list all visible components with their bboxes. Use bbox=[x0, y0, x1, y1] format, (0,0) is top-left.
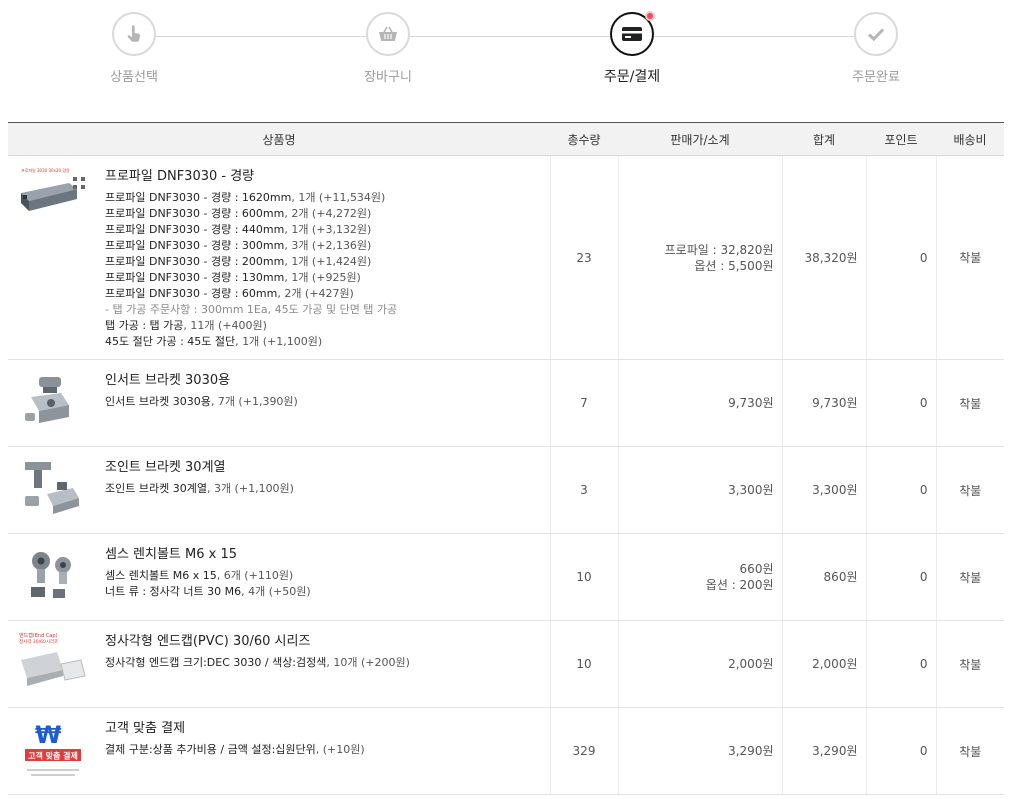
points-cell: 0 bbox=[865, 620, 936, 708]
points-cell: 0 bbox=[865, 533, 936, 621]
col-total: 합계 bbox=[782, 122, 866, 156]
order-note: - 탭 가공 주문사항 : 300mm 1Ea, 45도 가공 및 단면 탭 가… bbox=[105, 303, 398, 316]
shipping-cell: 착불 bbox=[935, 446, 1004, 534]
option-line: 프로파일 DNF3030 - 경량 : 130mm, 1개 (+925원) bbox=[105, 271, 361, 284]
won-sign-icon: ₩ bbox=[35, 721, 62, 749]
total-cell: 2,000원 bbox=[781, 620, 866, 708]
step-cart: 장바구니 bbox=[328, 12, 448, 85]
table-header-row: 상품명 총수량 판매가/소계 합계 포인트 배송비 bbox=[8, 122, 1004, 156]
profile-dnf3030-image[interactable]: 프로파일 3030 30x30 경량 bbox=[17, 165, 89, 229]
total-cell: 38,320원 bbox=[781, 155, 866, 360]
points-cell: 0 bbox=[865, 359, 936, 447]
table-row: ₩ 고객 맞춤 결제 고객 맞춤 결제 결제 구분:상품 추가비용 / 금액 설… bbox=[8, 707, 1004, 795]
table-row: 조인트 브라켓 30계열 조인트 브라켓 30계열, 3개 (+1,100원) … bbox=[8, 446, 1004, 534]
product-name[interactable]: 고객 맞춤 결제 bbox=[105, 717, 365, 736]
credit-card-icon bbox=[622, 27, 642, 41]
price-cell: 3,300원 bbox=[617, 446, 782, 534]
option-line: 프로파일 DNF3030 - 경량 : 60mm, 2개 (+427원) bbox=[105, 287, 354, 300]
product-name[interactable]: 인서트 브라켓 3030용 bbox=[105, 369, 298, 388]
product-name[interactable]: 프로파일 DNF3030 - 경량 bbox=[105, 165, 397, 184]
quantity-cell: 10 bbox=[549, 620, 618, 708]
table-row: 앤드캡(End Cap) 정사각 30/60시리즈 정사각형 엔드캡(PVC) … bbox=[8, 620, 1004, 708]
shipping-cell: 착불 bbox=[935, 707, 1004, 795]
quantity-cell: 3 bbox=[549, 446, 618, 534]
quantity-cell: 7 bbox=[549, 359, 618, 447]
step-label: 장바구니 bbox=[364, 70, 412, 85]
option-line: 프로파일 DNF3030 - 경량 : 1620mm, 1개 (+11,534원… bbox=[105, 191, 386, 204]
col-price-subtotal: 판매가/소계 bbox=[618, 122, 782, 156]
option-line: 셈스 렌치볼트 M6 x 15, 6개 (+110원) bbox=[105, 569, 294, 582]
active-indicator-dot bbox=[645, 11, 655, 21]
shipping-cell: 착불 bbox=[935, 620, 1004, 708]
price-cell: 3,290원 bbox=[617, 707, 782, 795]
points-cell: 0 bbox=[865, 155, 936, 360]
order-items-table: 상품명 총수량 판매가/소계 합계 포인트 배송비 프로파일 3030 30x3… bbox=[8, 122, 1004, 795]
steps-connector-line bbox=[134, 36, 876, 37]
thumb-caption: 앤드캡(End Cap) bbox=[19, 632, 58, 639]
shipping-cell: 착불 bbox=[935, 359, 1004, 447]
step-order-complete: 주문완료 bbox=[816, 12, 936, 85]
total-cell: 3,300원 bbox=[781, 446, 866, 534]
col-product-name: 상품명 bbox=[8, 122, 550, 156]
table-row: 프로파일 3030 30x30 경량 프로파일 DNF3030 - 경량 프로파… bbox=[8, 155, 1004, 360]
col-quantity: 총수량 bbox=[550, 122, 618, 156]
points-cell: 0 bbox=[865, 707, 936, 795]
option-line: 조인트 브라켓 30계열, 3개 (+1,100원) bbox=[105, 482, 294, 495]
quantity-cell: 329 bbox=[549, 707, 618, 795]
quantity-cell: 10 bbox=[549, 533, 618, 621]
thumb-caption: 고객 맞춤 결제 bbox=[28, 751, 78, 761]
thumb-caption: 프로파일 3030 30x30 경량 bbox=[21, 167, 70, 173]
product-name[interactable]: 정사각형 엔드캡(PVC) 30/60 시리즈 bbox=[105, 630, 410, 649]
table-row: 인서트 브라켓 3030용 인서트 브라켓 3030용, 7개 (+1,390원… bbox=[8, 359, 1004, 447]
option-line: 결제 구분:상품 추가비용 / 금액 설정:십원단위, (+10원) bbox=[105, 743, 365, 756]
wrench-bolt-image[interactable] bbox=[17, 543, 89, 607]
total-cell: 860원 bbox=[781, 533, 866, 621]
product-name[interactable]: 조인트 브라켓 30계열 bbox=[105, 456, 294, 475]
product-name[interactable]: 셈스 렌치볼트 M6 x 15 bbox=[105, 543, 311, 562]
quantity-cell: 23 bbox=[549, 155, 618, 360]
step-product-select: 상품선택 bbox=[74, 12, 194, 85]
step-label: 주문/결제 bbox=[603, 69, 661, 85]
table-row: 셈스 렌치볼트 M6 x 15 셈스 렌치볼트 M6 x 15, 6개 (+11… bbox=[8, 533, 1004, 621]
shipping-cell: 착불 bbox=[935, 155, 1004, 360]
custom-payment-image[interactable]: ₩ 고객 맞춤 결제 bbox=[17, 717, 89, 781]
end-cap-image[interactable]: 앤드캡(End Cap) 정사각 30/60시리즈 bbox=[17, 630, 89, 694]
option-line: 너트 류 : 정사각 너트 30 M6, 4개 (+50원) bbox=[105, 585, 311, 598]
insert-bracket-image[interactable] bbox=[17, 369, 89, 433]
total-cell: 3,290원 bbox=[781, 707, 866, 795]
price-cell: 660원 옵션 : 200원 bbox=[617, 533, 782, 621]
option-line: 정사각형 엔드캡 크기:DEC 3030 / 색상:검정색, 10개 (+200… bbox=[105, 656, 410, 669]
joint-bracket-image[interactable] bbox=[17, 456, 89, 520]
option-line: 인서트 브라켓 3030용, 7개 (+1,390원) bbox=[105, 395, 298, 408]
col-points: 포인트 bbox=[866, 122, 936, 156]
step-label: 상품선택 bbox=[110, 70, 158, 85]
option-line: 프로파일 DNF3030 - 경량 : 300mm, 3개 (+2,136원) bbox=[105, 239, 372, 252]
total-cell: 9,730원 bbox=[781, 359, 866, 447]
price-cell: 2,000원 bbox=[617, 620, 782, 708]
step-order-payment: 주문/결제 bbox=[572, 11, 692, 86]
price-cell: 9,730원 bbox=[617, 359, 782, 447]
thumb-caption: 정사각 30/60시리즈 bbox=[19, 638, 58, 645]
hand-pointer-icon bbox=[127, 25, 141, 42]
points-cell: 0 bbox=[865, 446, 936, 534]
col-shipping: 배송비 bbox=[936, 122, 1004, 156]
option-line: 45도 절단 가공 : 45도 절단, 1개 (+1,100원) bbox=[105, 335, 323, 348]
option-line: 프로파일 DNF3030 - 경량 : 200mm, 1개 (+1,424원) bbox=[105, 255, 372, 268]
check-icon bbox=[867, 28, 885, 42]
shipping-cell: 착불 bbox=[935, 533, 1004, 621]
basket-icon bbox=[379, 26, 397, 41]
step-label: 주문완료 bbox=[852, 70, 900, 85]
price-cell: 프로파일 : 32,820원 옵션 : 5,500원 bbox=[617, 155, 782, 360]
order-steps: 상품선택 장바구니 주문/결제 주문완료 bbox=[0, 0, 1014, 122]
option-line: 프로파일 DNF3030 - 경량 : 600mm, 2개 (+4,272원) bbox=[105, 207, 372, 220]
option-line: 프로파일 DNF3030 - 경량 : 440mm, 1개 (+3,132원) bbox=[105, 223, 372, 236]
option-line: 탭 가공 : 탭 가공, 11개 (+400원) bbox=[105, 319, 267, 332]
